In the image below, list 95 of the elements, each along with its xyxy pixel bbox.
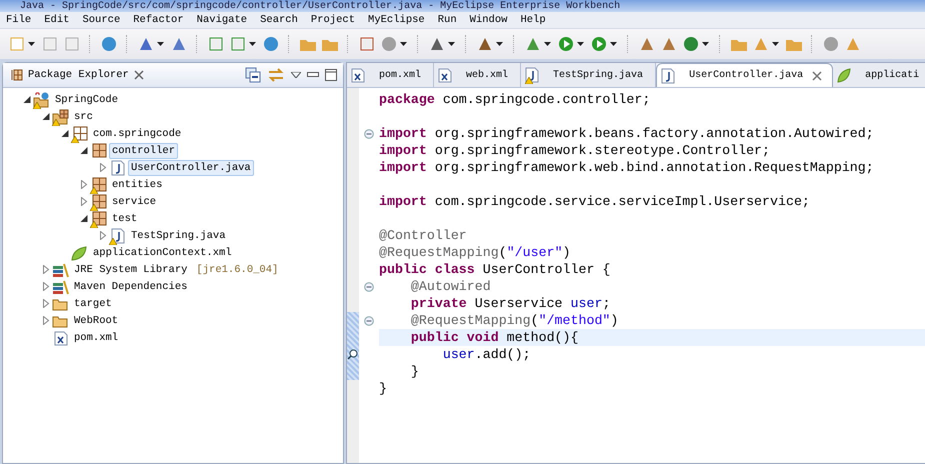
library-version: [jre1.6.0_04] <box>196 264 278 276</box>
tree-item[interactable]: UserController.java <box>128 160 254 176</box>
expanded-arrow-icon[interactable] <box>59 129 71 138</box>
fold-icon[interactable] <box>364 316 374 326</box>
close-icon[interactable] <box>812 70 822 80</box>
tree-item[interactable]: com.springcode <box>90 126 184 142</box>
caret-icon[interactable] <box>28 42 35 46</box>
java-file-icon <box>109 160 126 176</box>
tree-item[interactable]: controller <box>109 142 178 158</box>
collapsed-arrow-icon[interactable] <box>40 299 52 308</box>
code-line: user.add(); <box>442 346 532 363</box>
leaf-icon <box>837 67 852 83</box>
java-file-icon <box>661 68 676 84</box>
menu-item[interactable]: MyEclipse <box>368 14 425 26</box>
code-line: import org.springframework.stereotype.Controller; <box>379 142 772 159</box>
library-icon <box>52 278 69 294</box>
window-title: Java - SpringCode/src/com/springcode/controller/UserController.java - MyEclipse Enterprise Workbench <box>20 1 620 12</box>
expanded-arrow-icon[interactable] <box>21 95 33 104</box>
code-line: import org.springframework.beans.factory.annotation.Autowired; <box>379 125 875 142</box>
collapsed-arrow-icon[interactable] <box>78 180 90 189</box>
java-file-icon <box>525 67 540 83</box>
caret-icon[interactable] <box>496 42 503 46</box>
caret-icon[interactable] <box>400 42 407 46</box>
collapsed-arrow-icon[interactable] <box>40 265 52 274</box>
code-line: @RequestMapping("/user") <box>379 244 572 261</box>
collapsed-arrow-icon[interactable] <box>97 163 109 172</box>
link-arrows-icon[interactable] <box>267 67 285 83</box>
editor-tab[interactable]: pom.xml <box>347 63 434 87</box>
run-icon[interactable] <box>557 35 575 53</box>
code-line: public class UserController { <box>379 261 612 278</box>
tree-item[interactable]: WebRoot <box>71 312 122 328</box>
tree-item[interactable]: TestSpring.java <box>128 228 229 244</box>
menu-item[interactable]: Project <box>310 14 356 26</box>
expanded-arrow-icon[interactable] <box>40 112 52 121</box>
caret-icon[interactable] <box>544 42 551 46</box>
run-icon[interactable] <box>590 35 608 53</box>
code-line: import org.springframework.web.bind.annotation.RequestMapping; <box>379 159 875 176</box>
maximize-icon[interactable] <box>325 69 337 81</box>
menu-item[interactable]: Edit <box>44 14 70 26</box>
tree-item[interactable]: service <box>109 194 160 210</box>
tree-item[interactable]: target <box>71 296 115 312</box>
menu-item[interactable]: Search <box>260 14 298 26</box>
xml-file-icon <box>351 67 365 83</box>
editor-tab[interactable]: web.xml <box>434 63 522 87</box>
caret-icon[interactable] <box>249 42 256 46</box>
collapsed-arrow-icon[interactable] <box>40 282 52 291</box>
caret-icon[interactable] <box>772 42 779 46</box>
collapsed-arrow-icon[interactable] <box>78 197 90 206</box>
close-icon[interactable] <box>134 70 144 80</box>
code-line: } <box>410 363 420 380</box>
tree-item[interactable]: test <box>109 210 140 226</box>
menu-item[interactable]: Run <box>438 14 457 26</box>
fold-icon[interactable] <box>364 282 374 292</box>
menu-item[interactable]: Navigate <box>196 14 248 26</box>
expanded-arrow-icon[interactable] <box>78 214 90 223</box>
code-line: } <box>379 380 388 397</box>
tree-item[interactable]: JRE System Library <box>71 262 190 278</box>
editor-tab[interactable]: TestSpring.java <box>521 63 656 87</box>
code-line: @RequestMapping("/method") <box>410 312 620 329</box>
collapsed-arrow-icon[interactable] <box>40 316 52 325</box>
tree-item[interactable]: src <box>71 108 96 124</box>
tree-item[interactable]: pom.xml <box>71 330 122 346</box>
tree-item[interactable]: applicationContext.xml <box>90 244 235 260</box>
caret-icon[interactable] <box>610 42 617 46</box>
view-menu-icon[interactable] <box>291 72 301 78</box>
expanded-arrow-icon[interactable] <box>78 146 90 155</box>
fold-icon[interactable] <box>364 128 374 138</box>
code-line: package com.springcode.controller; <box>379 91 652 108</box>
menu-item[interactable]: Window <box>470 14 508 26</box>
code-line: import com.springcode.service.serviceImpl.Userservice; <box>379 193 811 210</box>
caret-icon[interactable] <box>577 42 584 46</box>
editor-tab[interactable]: UserController.java <box>656 63 834 87</box>
tree-item[interactable]: Maven Dependencies <box>71 278 190 294</box>
code-line: @Autowired <box>410 278 492 295</box>
menu-item[interactable]: Refactor <box>133 14 184 26</box>
tree-item[interactable]: SpringCode <box>52 92 122 108</box>
menu-item[interactable]: Source <box>82 14 120 26</box>
caret-icon[interactable] <box>448 42 455 46</box>
minimize-icon[interactable] <box>307 72 319 78</box>
menu-item[interactable]: Help <box>520 14 546 26</box>
library-icon <box>52 262 69 278</box>
caret-icon[interactable] <box>157 42 164 46</box>
code-line: private Userservice user; <box>410 295 612 312</box>
caret-icon[interactable] <box>702 42 709 46</box>
leaf-icon <box>71 244 88 260</box>
collapse-all-icon[interactable] <box>245 67 261 83</box>
java-file-icon <box>109 228 126 244</box>
collapsed-arrow-icon[interactable] <box>97 231 109 240</box>
xml-file-icon <box>438 67 452 83</box>
view-title: Package Explorer <box>28 69 129 81</box>
code-line: @Controller <box>379 227 468 244</box>
xml-file-icon <box>52 330 69 346</box>
menu-item[interactable]: File <box>6 14 32 26</box>
tree-item[interactable]: entities <box>109 176 166 192</box>
editor-tab[interactable]: applicati <box>833 63 925 87</box>
